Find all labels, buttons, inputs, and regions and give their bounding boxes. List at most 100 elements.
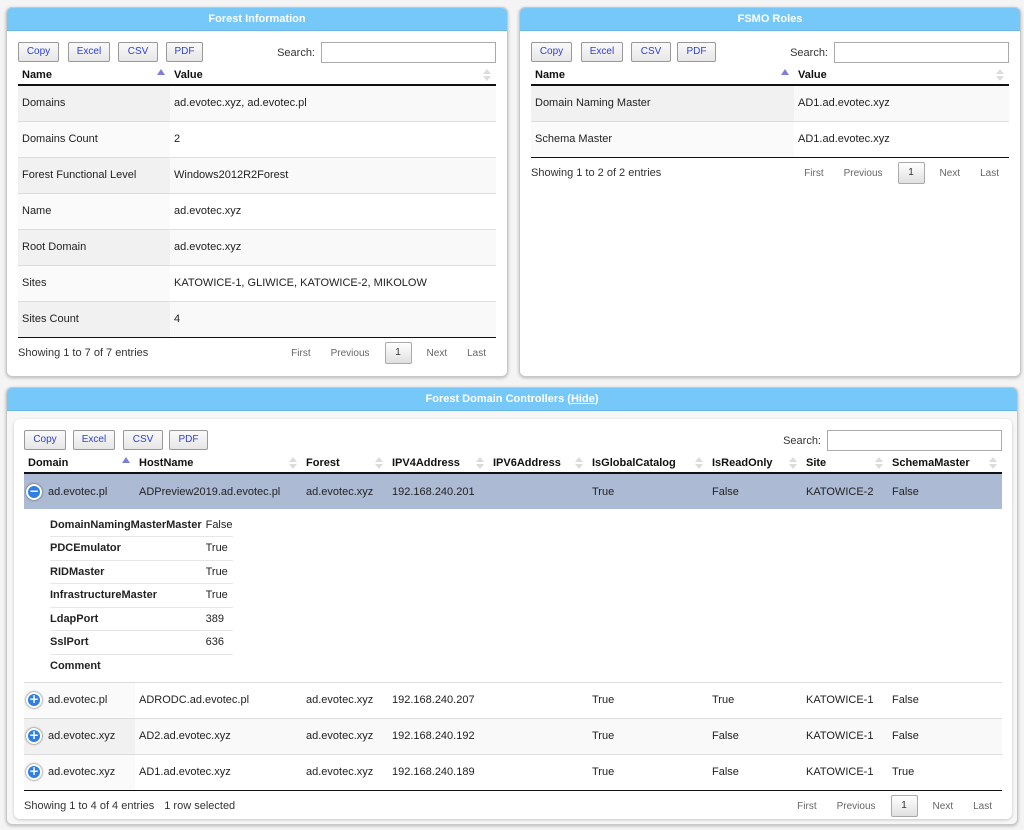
page-1-button[interactable]: 1 [897, 162, 925, 184]
cell-domain: − ad.evotec.pl [24, 473, 135, 509]
fsmo-roles-table: Name Value Domain Naming Master AD1.ad.ev… [531, 65, 1009, 157]
page-1-button[interactable]: 1 [384, 342, 412, 364]
column-header-name[interactable]: Name [18, 65, 170, 86]
column-header-isreadonly[interactable]: IsReadOnly [708, 453, 802, 474]
first-page-button[interactable]: First [281, 348, 320, 359]
column-header-forest[interactable]: Forest [302, 453, 388, 474]
detail-key: InfrastructureMaster [50, 583, 206, 608]
search-box: Search: [790, 42, 1009, 63]
cell-hostname: AD2.ad.evotec.xyz [135, 717, 302, 754]
first-page-button[interactable]: First [787, 801, 826, 812]
table-row[interactable]: Schema Master AD1.ad.evotec.xyz [531, 120, 1009, 157]
expand-row-icon[interactable]: + [26, 692, 42, 708]
table-row[interactable]: Sites Count 4 [18, 300, 496, 337]
page-1-button[interactable]: 1 [890, 795, 918, 817]
cell-isglobalcatalog: True [588, 473, 708, 509]
table-row[interactable]: + ad.evotec.pl ADRODC.ad.evotec.pl ad.evo… [24, 681, 1002, 718]
table-row[interactable]: Domains ad.evotec.xyz, ad.evotec.pl [18, 85, 496, 121]
table-row[interactable]: − ad.evotec.pl ADPreview2019.ad.evotec.pl… [24, 473, 1002, 509]
excel-button[interactable]: Excel [68, 42, 110, 62]
previous-page-button[interactable]: Previous [834, 168, 893, 179]
expand-row-icon[interactable]: + [26, 728, 42, 744]
copy-button[interactable]: Copy [24, 430, 66, 450]
detail-value: True [205, 560, 233, 584]
column-header-isglobalcatalog[interactable]: IsGlobalCatalog [588, 453, 708, 474]
expand-row-icon[interactable]: + [26, 764, 42, 781]
csv-button[interactable]: CSV [118, 42, 158, 62]
column-header-name[interactable]: Name [531, 65, 794, 86]
detail-key: RIDMaster [50, 560, 206, 584]
copy-button[interactable]: Copy [531, 42, 572, 62]
forest-domain-controllers-panel: Forest Domain Controllers (Hide) Copy Ex… [6, 387, 1018, 825]
table-row[interactable]: Domain Naming Master AD1.ad.evotec.xyz [531, 85, 1009, 121]
cell-ipv4: 192.168.240.189 [388, 753, 489, 790]
detail-row: RIDMaster True [50, 560, 233, 584]
search-input[interactable] [827, 430, 1002, 451]
cell-ipv6 [489, 473, 588, 509]
cell-schemamaster: False [888, 473, 1002, 509]
csv-button[interactable]: CSV [123, 430, 163, 450]
last-page-button[interactable]: Last [457, 348, 496, 359]
cell-name: Domains [18, 85, 170, 121]
cell-value: 4 [170, 300, 496, 337]
cell-name: Root Domain [18, 228, 170, 265]
cell-value: ad.evotec.xyz [170, 192, 496, 229]
copy-button[interactable]: Copy [18, 42, 59, 62]
search-input[interactable] [321, 42, 496, 63]
detail-row: InfrastructureMaster True [50, 583, 233, 608]
table-row[interactable]: Domains Count 2 [18, 120, 496, 157]
cell-name: Name [18, 192, 170, 229]
search-input[interactable] [834, 42, 1009, 63]
column-header-ipv6address[interactable]: IPV6Address [489, 453, 588, 474]
sort-icon [476, 457, 484, 471]
table-row[interactable]: + ad.evotec.xyz AD1.ad.evotec.xyz ad.evot… [24, 753, 1002, 790]
last-page-button[interactable]: Last [970, 168, 1009, 179]
table-row[interactable]: Sites KATOWICE-1, GLIWICE, KATOWICE-2, MI… [18, 264, 496, 301]
sort-icon [695, 457, 703, 471]
cell-hostname: ADPreview2019.ad.evotec.pl [135, 473, 302, 509]
cell-domain: + ad.evotec.xyz [24, 753, 135, 790]
next-page-button[interactable]: Next [930, 168, 971, 179]
hide-link[interactable]: Hide [571, 393, 595, 405]
cell-site: KATOWICE-1 [802, 717, 888, 754]
next-page-button[interactable]: Next [923, 801, 964, 812]
detail-row: DomainNamingMasterMaster False [50, 513, 233, 537]
column-header-domain[interactable]: Domain [24, 453, 135, 474]
table-row[interactable]: Name ad.evotec.xyz [18, 192, 496, 229]
pdf-button[interactable]: PDF [166, 42, 203, 62]
pdf-button[interactable]: PDF [169, 430, 208, 450]
cell-site: KATOWICE-1 [802, 753, 888, 790]
previous-page-button[interactable]: Previous [827, 801, 886, 812]
pdf-button[interactable]: PDF [677, 42, 716, 62]
column-header-ipv4address[interactable]: IPV4Address [388, 453, 489, 474]
search-box: Search: [783, 430, 1002, 451]
detail-row: LdapPort 389 [50, 607, 233, 631]
next-page-button[interactable]: Next [417, 348, 458, 359]
table-row[interactable]: Forest Functional Level Windows2012R2Fore… [18, 156, 496, 193]
table-row[interactable]: Root Domain ad.evotec.xyz [18, 228, 496, 265]
column-header-value[interactable]: Value [794, 65, 1009, 86]
csv-button[interactable]: CSV [631, 42, 671, 62]
excel-button[interactable]: Excel [581, 42, 623, 62]
table-row[interactable]: + ad.evotec.xyz AD2.ad.evotec.xyz ad.evot… [24, 717, 1002, 754]
column-header-schemamaster[interactable]: SchemaMaster [888, 453, 1002, 474]
detail-value: False [205, 513, 233, 537]
column-header-site[interactable]: Site [802, 453, 888, 474]
collapse-row-icon[interactable]: − [26, 483, 42, 500]
search-label: Search: [790, 46, 828, 59]
cell-value: ad.evotec.xyz [170, 228, 496, 265]
column-header-value[interactable]: Value [170, 65, 496, 86]
previous-page-button[interactable]: Previous [321, 348, 380, 359]
selected-rows-info: 1 row selected [164, 800, 236, 812]
cell-schemamaster: True [888, 753, 1002, 790]
cell-forest: ad.evotec.xyz [302, 717, 388, 754]
cell-isreadonly: False [708, 753, 802, 790]
last-page-button[interactable]: Last [963, 801, 1002, 812]
cell-name: Sites Count [18, 300, 170, 337]
cell-name: Domain Naming Master [531, 85, 794, 121]
cell-schemamaster: False [888, 717, 1002, 754]
column-header-hostname[interactable]: HostName [135, 453, 302, 474]
domain-controllers-table: Domain HostName Forest IPV4Address IPV6A… [24, 453, 1002, 790]
excel-button[interactable]: Excel [73, 430, 115, 450]
first-page-button[interactable]: First [794, 168, 833, 179]
